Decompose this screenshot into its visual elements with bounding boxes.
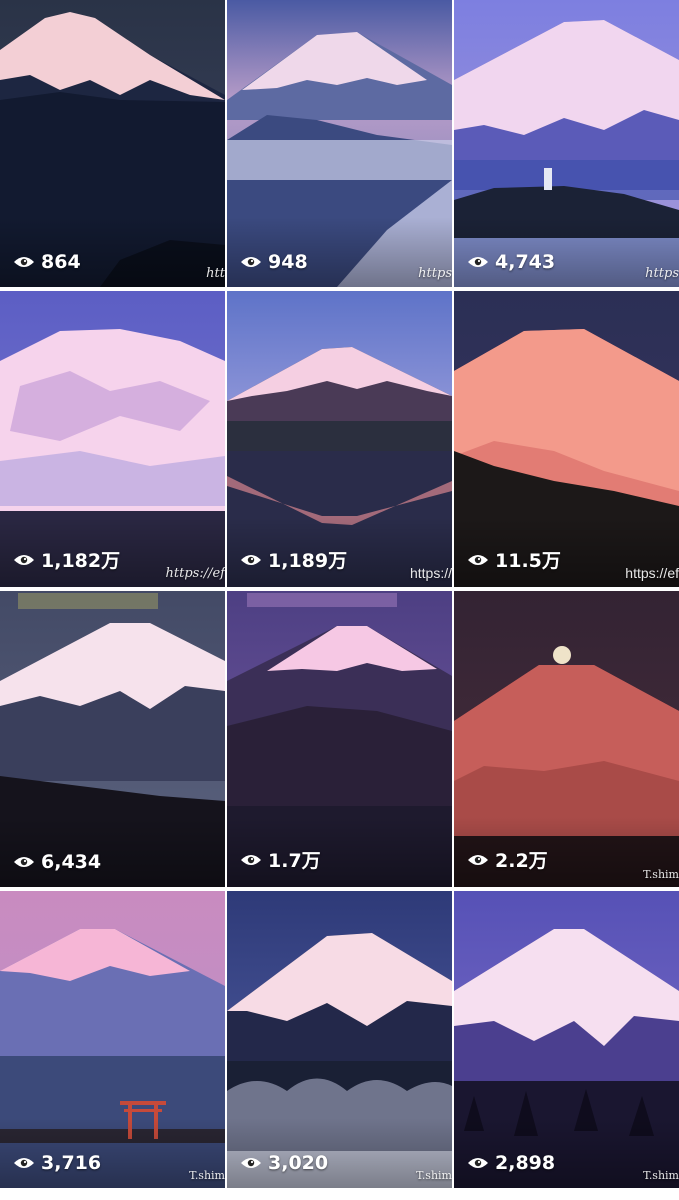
photo-tile[interactable]: 4,743 https <box>454 0 679 287</box>
photo-tile[interactable]: 3,716 T.shim <box>0 891 225 1188</box>
photo-tile[interactable]: 2,898 T.shim <box>454 891 679 1188</box>
view-count-label: 11.5万 <box>495 550 561 572</box>
photo-tile[interactable]: 6,434 <box>0 591 225 887</box>
view-count: 2,898 <box>467 1152 555 1174</box>
view-count: 1,182万 <box>13 546 120 573</box>
photo-tile[interactable]: 11.5万 https://ef <box>454 291 679 587</box>
eye-icon <box>468 554 488 565</box>
view-count: 864 <box>13 251 81 273</box>
view-count: 2.2万 <box>467 846 548 873</box>
view-count: 1.7万 <box>240 846 321 873</box>
photo-tile[interactable]: 1.7万 <box>227 591 452 887</box>
photo-tile[interactable]: 1,189万 https:// <box>227 291 452 587</box>
eye-icon <box>468 854 488 865</box>
watermark-text: https:// <box>409 565 452 581</box>
view-count-label: 1,189万 <box>268 550 348 572</box>
view-count-label: 3,716 <box>41 1152 102 1174</box>
photo-tile[interactable]: 1,182万 https://ef <box>0 291 225 587</box>
eye-icon <box>14 257 34 267</box>
moon <box>553 646 571 664</box>
eye-icon <box>241 554 261 565</box>
view-count-label: 1,182万 <box>41 550 121 572</box>
view-count-label: 6,434 <box>41 851 102 873</box>
watermark-text: https <box>645 266 679 281</box>
watermark-text: htt <box>206 266 225 281</box>
eye-icon <box>241 854 261 865</box>
view-count-label: 2.2万 <box>495 850 548 872</box>
eye-icon <box>14 554 34 565</box>
watermark-text: https://ef <box>165 566 225 581</box>
eye-icon <box>468 257 488 267</box>
view-count-label: 864 <box>41 251 81 273</box>
eye-icon <box>14 1158 34 1168</box>
eye-icon <box>14 857 34 867</box>
view-count: 3,020 <box>240 1152 328 1174</box>
watermark-text: T.shim <box>643 868 679 881</box>
photo-tile[interactable]: 948 https <box>227 0 452 287</box>
photo-tile[interactable]: 3,020 T.shim <box>227 891 452 1188</box>
view-count-label: 1.7万 <box>268 850 321 872</box>
photo-grid: 864 htt 948 https 4,743 https 1,182万 htt… <box>0 0 679 1200</box>
view-count-label: 2,898 <box>495 1152 556 1174</box>
watermark-text: https://ef <box>625 565 679 581</box>
view-count: 6,434 <box>13 851 101 873</box>
view-count-label: 948 <box>268 251 308 273</box>
view-count: 11.5万 <box>467 546 561 573</box>
view-count-label: 4,743 <box>495 251 556 273</box>
eye-icon <box>241 257 261 267</box>
watermark-text: T.shim <box>643 1169 679 1182</box>
view-count-label: 3,020 <box>268 1152 329 1174</box>
view-count: 948 <box>240 251 308 273</box>
view-count: 3,716 <box>13 1152 101 1174</box>
photo-tile[interactable]: 864 htt <box>0 0 225 287</box>
eye-icon <box>468 1158 488 1168</box>
watermark-text: https <box>418 266 452 281</box>
eye-icon <box>241 1158 261 1168</box>
view-count: 1,189万 <box>240 546 347 573</box>
watermark-text: T.shim <box>416 1169 452 1182</box>
photo-tile[interactable]: 2.2万 T.shim <box>454 591 679 887</box>
watermark-text: T.shim <box>189 1169 225 1182</box>
view-count: 4,743 <box>467 251 555 273</box>
